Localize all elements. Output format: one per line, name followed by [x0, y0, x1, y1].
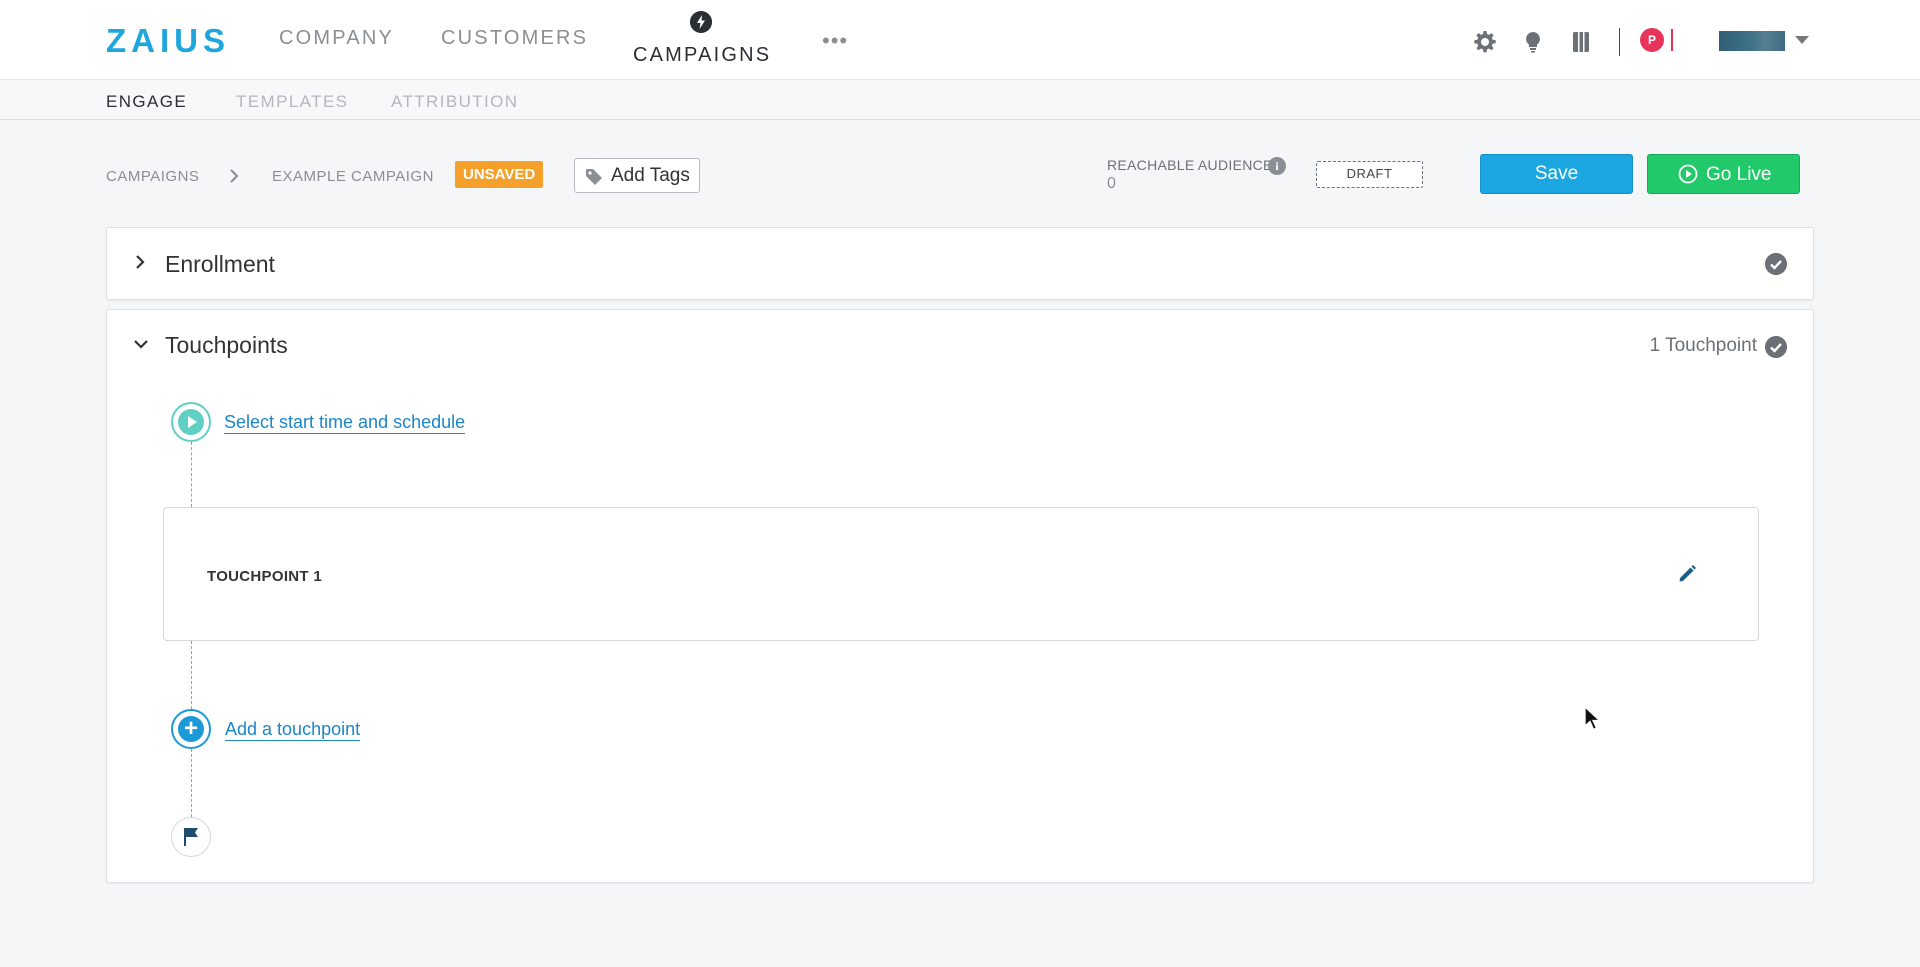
breadcrumb-campaign-name: EXAMPLE CAMPAIGN — [272, 168, 434, 185]
enrollment-panel[interactable]: Enrollment — [106, 227, 1814, 300]
chevron-down-icon[interactable] — [133, 337, 149, 351]
plus-circle-icon[interactable]: + — [171, 709, 211, 749]
avatar[interactable]: P — [1640, 28, 1664, 52]
avatar-bar — [1671, 29, 1673, 51]
chevron-right-icon[interactable] — [133, 254, 147, 270]
chevron-down-icon[interactable] — [1795, 36, 1809, 44]
nav-company[interactable]: COMPANY — [279, 27, 394, 50]
status-badge: UNSAVED — [455, 161, 544, 188]
check-circle-icon — [1765, 253, 1787, 275]
touchpoints-title[interactable]: Touchpoints — [165, 332, 288, 359]
flag-icon — [171, 817, 211, 857]
touchpoints-panel: Touchpoints 1 Touchpoint Select start ti… — [106, 309, 1814, 883]
timeline-connector — [191, 749, 192, 817]
breadcrumb-campaigns[interactable]: CAMPAIGNS — [106, 168, 199, 185]
more-menu-icon[interactable]: ••• — [822, 28, 848, 54]
reachable-audience-label: REACHABLE AUDIENCE — [1107, 157, 1273, 173]
zaius-logo[interactable]: ZAIUS — [106, 22, 230, 60]
subnav-attribution[interactable]: ATTRIBUTION — [391, 92, 518, 112]
touchpoint-card[interactable]: TOUCHPOINT 1 — [163, 507, 1759, 641]
info-icon[interactable]: i — [1268, 157, 1286, 175]
breadcrumb-chevron-icon — [230, 169, 239, 183]
play-circle-icon[interactable] — [171, 402, 211, 442]
nav-campaigns[interactable]: CAMPAIGNS — [633, 44, 771, 67]
timeline-connector — [191, 641, 192, 709]
top-nav: ZAIUS COMPANY CUSTOMERS CAMPAIGNS ••• P — [0, 0, 1920, 80]
go-live-label: Go Live — [1706, 164, 1772, 185]
check-circle-icon — [1765, 336, 1787, 358]
pencil-icon[interactable] — [1676, 563, 1698, 585]
go-live-button[interactable]: Go Live — [1647, 154, 1800, 194]
subnav-templates[interactable]: TEMPLATES — [236, 92, 348, 112]
mouse-cursor-icon — [1584, 706, 1602, 731]
reachable-audience-value: 0 — [1107, 175, 1116, 192]
nav-divider — [1619, 28, 1620, 56]
tag-icon — [586, 169, 602, 185]
enrollment-title[interactable]: Enrollment — [165, 251, 275, 278]
book-icon[interactable] — [1569, 30, 1593, 54]
nav-customers[interactable]: CUSTOMERS — [441, 27, 588, 50]
draft-badge: DRAFT — [1316, 161, 1423, 188]
add-tags-button[interactable]: Add Tags — [574, 158, 700, 193]
add-tags-label: Add Tags — [611, 165, 690, 186]
timeline-connector — [191, 442, 192, 507]
save-button[interactable]: Save — [1480, 154, 1633, 194]
account-switcher[interactable] — [1719, 31, 1785, 51]
lightning-bolt-icon — [690, 11, 712, 33]
sub-nav: ENGAGE TEMPLATES ATTRIBUTION — [0, 80, 1920, 120]
select-start-time-link[interactable]: Select start time and schedule — [224, 411, 466, 434]
add-touchpoint-link[interactable]: Add a touchpoint — [225, 718, 361, 741]
lightbulb-icon[interactable] — [1521, 30, 1545, 54]
subnav-engage[interactable]: ENGAGE — [106, 92, 187, 112]
touchpoint-title: TOUCHPOINT 1 — [207, 568, 323, 585]
gear-icon[interactable] — [1473, 30, 1497, 54]
touchpoint-count: 1 Touchpoint — [1649, 335, 1757, 356]
play-circle-icon — [1678, 164, 1698, 184]
